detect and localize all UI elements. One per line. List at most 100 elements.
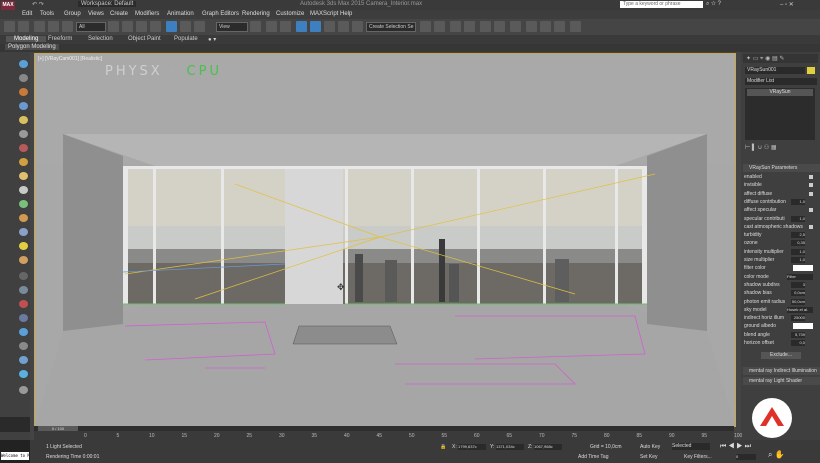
hierarchy-icon[interactable] [19,88,28,96]
param-spinner[interactable]: 25000 [791,315,805,322]
helper-icon[interactable] [19,144,28,152]
add-time-tag-button[interactable]: Add Time Tag [578,454,608,460]
param-spinner[interactable]: 1,0 [791,215,805,222]
unlink-icon[interactable] [48,21,59,32]
param-color-swatch[interactable] [793,265,813,272]
param-color-swatch[interactable] [793,323,813,330]
modifier-stack-item[interactable]: VRaySun [747,89,813,96]
navigation-icons[interactable]: ⌕ ✋ [768,450,785,460]
app-logo[interactable]: MAX [1,1,15,10]
viewport[interactable]: [+] [VRayCam001] [Realistic] PHYSX ▸ CPU… [34,53,736,427]
param-spinner[interactable]: 5,739 [791,331,805,338]
tab-modeling[interactable]: Modeling [6,36,47,42]
menu-edit[interactable]: Edit [22,11,32,17]
spinner-snap-icon[interactable] [338,21,349,32]
menu-views[interactable]: Views [88,11,104,17]
stack-buttons[interactable]: ⊢ ▌ ∪ ⚇ ▦ [745,144,815,154]
timeline[interactable]: 0 / 100 0 5 10 15 20 25 30 35 40 45 50 55 60 65 70 75 80… [34,426,742,440]
param-spinner[interactable]: 0,35 [791,240,805,247]
teapot-icon[interactable] [19,228,28,236]
camera-icon[interactable] [19,130,28,138]
mirror-icon[interactable] [420,21,431,32]
param-spinner[interactable]: 3 [791,281,805,288]
search-input[interactable]: Type a keyword or phrase [620,1,703,8]
param-spinner[interactable]: 2,5 [791,232,805,239]
undo-icon[interactable] [4,21,15,32]
omni-light-icon[interactable] [19,256,28,264]
sun-icon[interactable] [19,242,28,250]
maxscript-listener[interactable]: Welcome to M [1,452,29,460]
window-crossing-icon[interactable] [150,21,161,32]
param-checkbox[interactable] [809,208,813,213]
sphere-icon[interactable] [19,186,28,194]
render-production-icon[interactable] [554,21,565,32]
time-slider-track[interactable]: 0 / 100 [34,426,734,431]
bind-space-warp-icon[interactable] [62,21,73,32]
cylinder-icon[interactable] [19,200,28,208]
viewport-label[interactable]: [+] [VRayCam001] [Realistic] [38,56,102,62]
param-spinner[interactable]: 1,0 [791,257,805,263]
pivot-center-icon[interactable] [250,21,261,32]
menu-rendering[interactable]: Rendering [242,11,270,17]
select-scale-icon[interactable] [194,21,205,32]
key-filters-button[interactable]: Key Filters... [684,454,712,460]
param-spinner[interactable]: 1,0 [791,248,805,255]
reference-coord-dropdown[interactable]: View [216,22,248,32]
edit-named-selection-icon[interactable] [352,21,363,32]
tab-object-paint[interactable]: Object Paint [128,36,161,42]
percent-snap-icon[interactable] [324,21,335,32]
param-checkbox[interactable] [809,183,813,188]
modifier-list-dropdown[interactable]: Modifier List [745,78,817,85]
rendered-frame-icon[interactable] [540,21,551,32]
material-editor-icon[interactable] [510,21,521,32]
lock-icon[interactable]: 🔒 [440,444,446,450]
dummy-icon[interactable] [19,342,28,350]
snaps-toggle-icon[interactable] [296,21,307,32]
object-color-swatch[interactable] [807,67,815,74]
motion-icon[interactable] [19,102,28,110]
globe-icon[interactable] [19,328,28,336]
selection-filter-dropdown[interactable]: All [76,22,106,32]
teapot-icon[interactable] [570,21,581,32]
shape-icon[interactable] [19,314,28,322]
param-checkbox[interactable] [809,175,813,179]
spacewarp-icon[interactable] [19,158,28,166]
torus-icon[interactable] [19,214,28,222]
select-object-icon[interactable] [108,21,119,32]
set-key-label[interactable]: Set Key [640,454,658,460]
auto-key-dropdown[interactable]: Selected [672,443,710,450]
render-setup-icon[interactable] [526,21,537,32]
redo-icon[interactable] [18,21,29,32]
angle-snap-icon[interactable] [310,21,321,32]
axis-icon[interactable] [19,386,28,394]
create-icon[interactable] [19,60,28,68]
tab-freeform[interactable]: Freeform [48,36,72,42]
select-by-name-icon[interactable] [122,21,133,32]
param-dropdown[interactable]: Filter [787,273,813,280]
ribbon-options-icon[interactable]: ● ▾ [208,36,216,43]
grid-icon[interactable] [19,272,28,280]
current-frame-field[interactable]: 0 [736,454,756,460]
polygon-modeling-label[interactable]: Polygon Modeling [5,44,59,50]
rect-selection-icon[interactable] [136,21,147,32]
select-move-icon[interactable] [166,21,177,32]
playback-controls[interactable]: ⏮ ◀ ▶ ⏭ [720,443,751,451]
modify-icon[interactable] [19,74,28,82]
param-spinner[interactable]: 50,0cm [791,298,805,305]
panel-tab-icons[interactable]: ✦ ▭ ⌖ ◉ ▤ ✎ [746,55,784,63]
exclude-button[interactable]: Exclude... [761,352,801,359]
plane-icon[interactable] [19,286,28,294]
sphere-env-icon[interactable] [19,370,28,378]
graphite-toggle-icon[interactable] [464,21,475,32]
param-dropdown[interactable]: Hosek et al. [787,306,813,313]
menu-maxscript[interactable]: MAXScript [310,11,338,17]
menu-help[interactable]: Help [340,11,352,17]
time-slider[interactable]: 0 / 100 [38,426,78,431]
render-icon[interactable] [19,356,28,364]
link-icon[interactable] [34,21,45,32]
light-icon[interactable] [19,116,28,124]
menu-modifiers[interactable]: Modifiers [135,11,159,17]
auto-key-label[interactable]: Auto Key [640,444,660,450]
param-checkbox[interactable] [809,191,813,196]
menu-group[interactable]: Group [64,11,81,17]
